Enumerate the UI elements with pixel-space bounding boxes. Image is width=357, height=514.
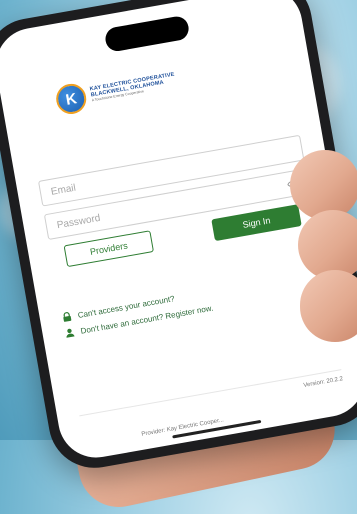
logo-mark: K [53,81,89,117]
dynamic-island [103,14,191,53]
person-icon [66,328,75,338]
sign-in-button[interactable]: Sign In [211,204,302,242]
version-text: Version: 20.2.2 [303,376,344,389]
help-links: Can't access your account? Don't have an… [61,267,327,339]
providers-button[interactable]: Providers [63,230,155,268]
hand-finger [290,150,357,220]
lock-icon [63,312,72,322]
login-form: K KAY ELECTRIC COOPERATIVE BLACKWELL, OK… [22,46,328,344]
company-logo: K KAY ELECTRIC COOPERATIVE BLACKWELL, OK… [53,46,290,117]
